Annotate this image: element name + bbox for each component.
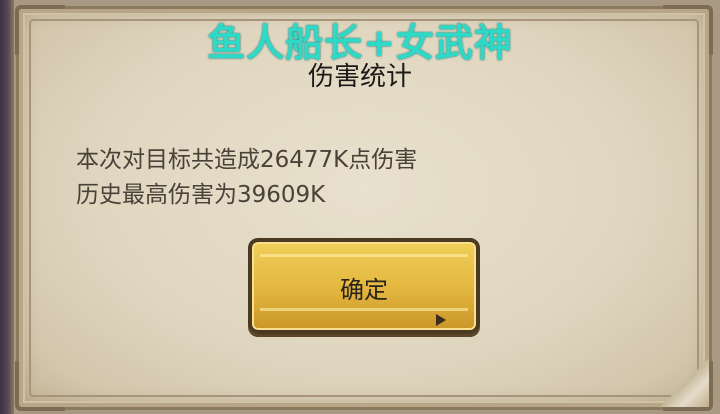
button-wood-grain bbox=[260, 308, 468, 311]
confirm-button-label: 确定 bbox=[340, 276, 388, 304]
confirm-button[interactable]: 确定 bbox=[248, 238, 480, 334]
game-background: 鱼人船长+女武神 伤害统计 本次对目标共造成26477K点伤害 历史最高伤害为3… bbox=[0, 0, 720, 414]
corner-ornament-bottom-left bbox=[15, 361, 65, 411]
damage-dealt-text: 本次对目标共造成26477K点伤害 bbox=[76, 147, 418, 173]
dialog-title: 伤害统计 bbox=[307, 62, 412, 92]
play-arrow-icon bbox=[436, 314, 446, 326]
button-wood-grain bbox=[260, 254, 468, 257]
best-damage-text: 历史最高伤害为39609K bbox=[76, 182, 326, 208]
